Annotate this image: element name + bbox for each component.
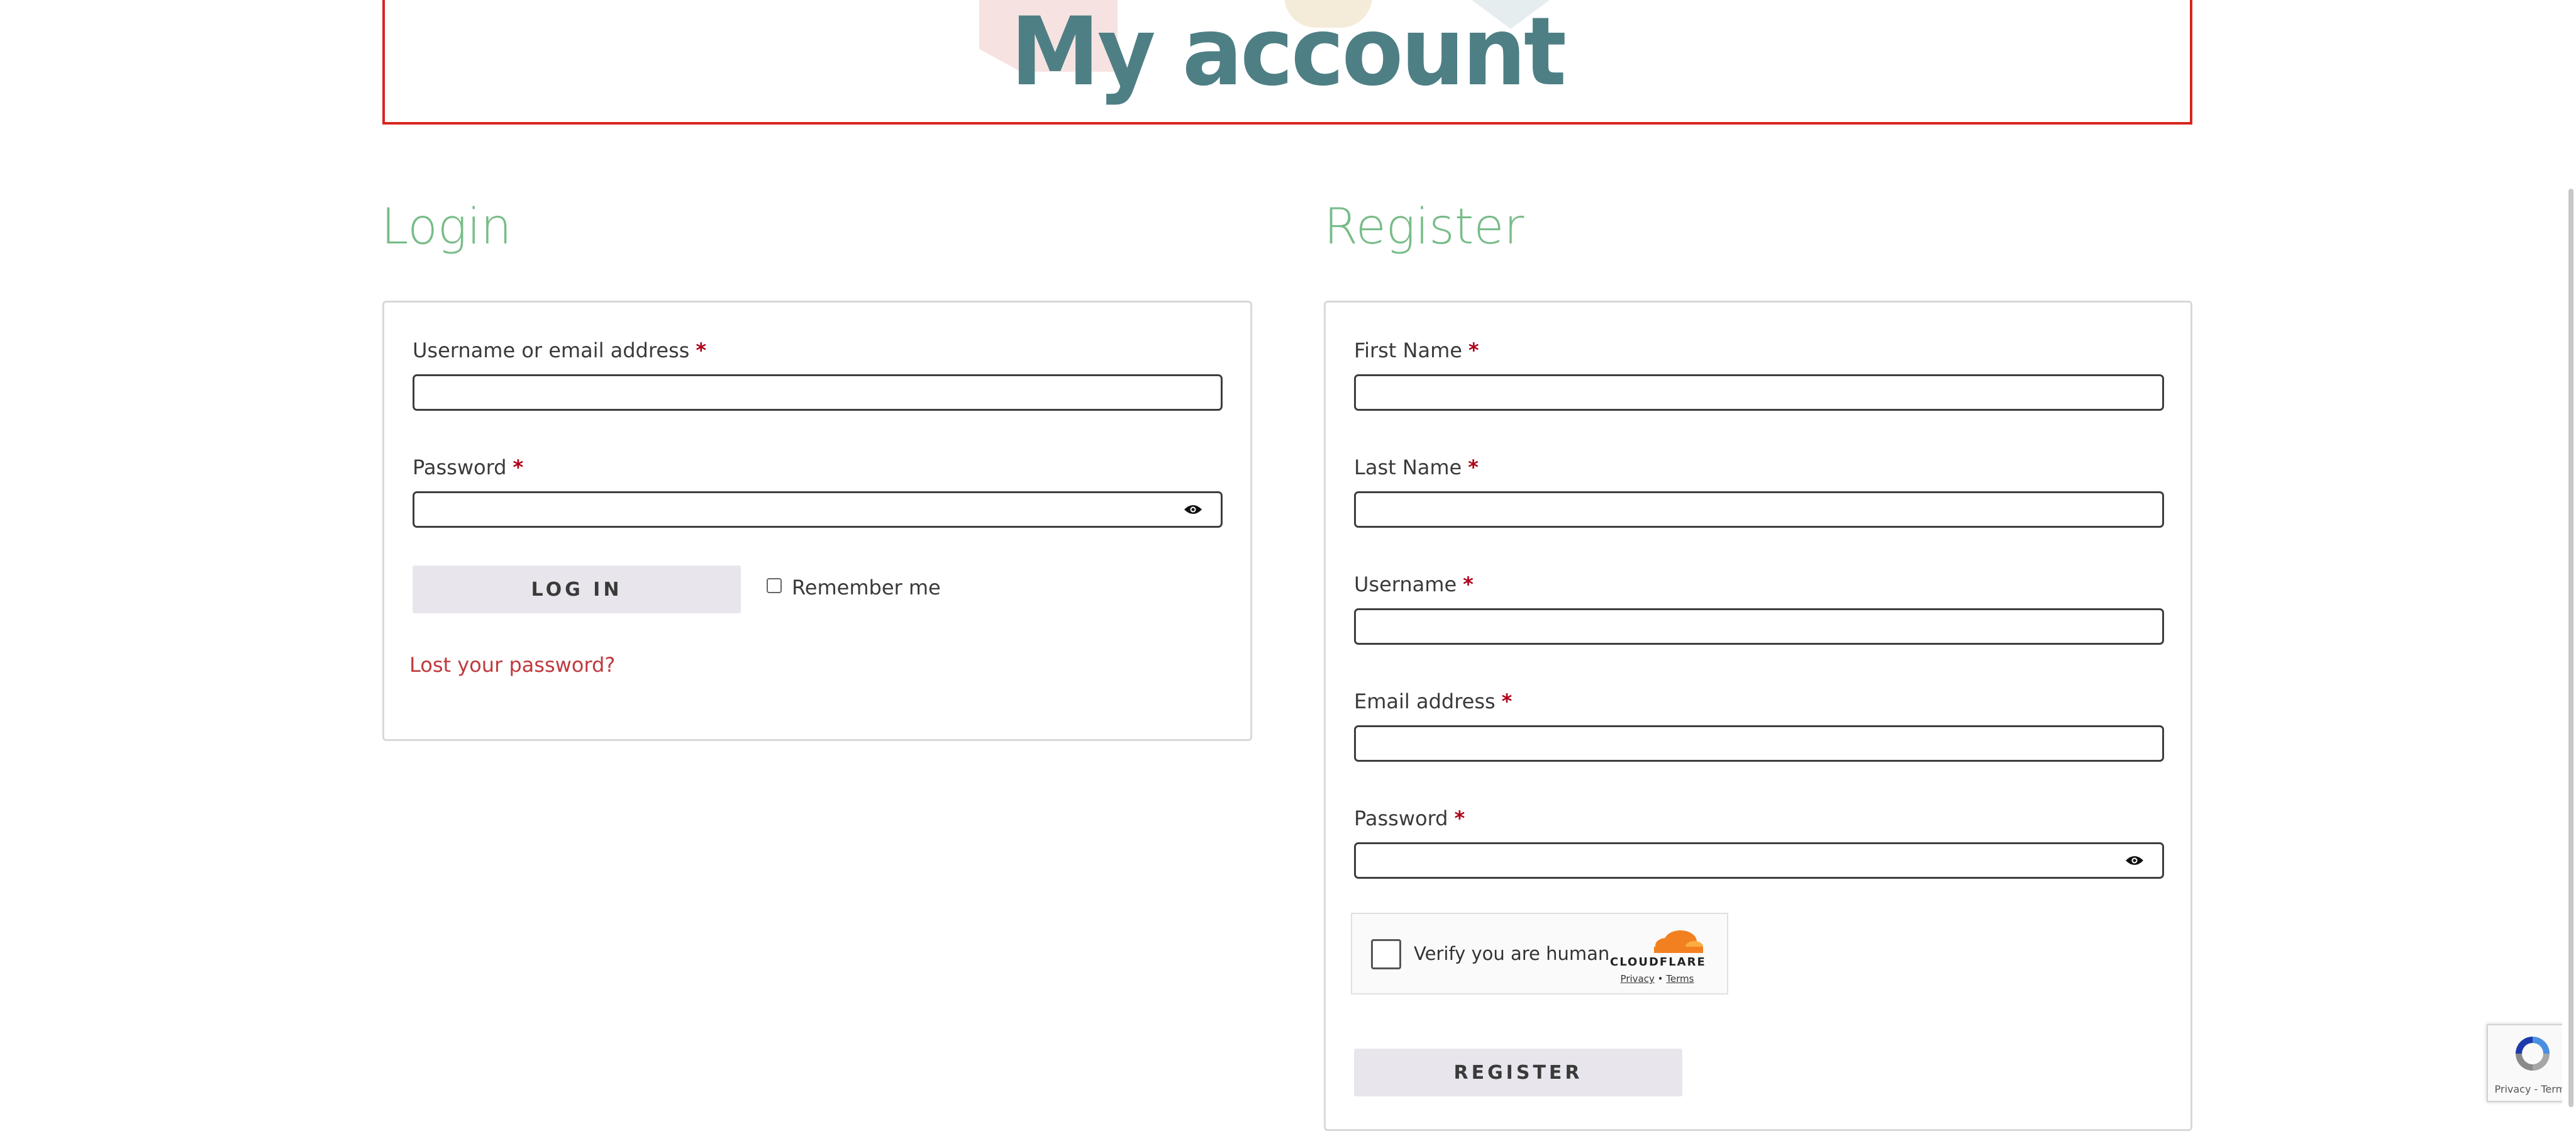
cloud-icon	[1654, 930, 1703, 953]
first-name-input[interactable]	[1354, 374, 2164, 411]
captcha-label: Verify you are human	[1414, 943, 1610, 964]
captcha-privacy-link[interactable]: Privacy	[1621, 973, 1655, 984]
email-label: Email address *	[1354, 689, 1513, 713]
login-username-input[interactable]	[413, 374, 1223, 411]
login-form: Username or email address * Password * LOG…	[382, 301, 1252, 741]
captcha-terms-link[interactable]: Terms	[1666, 973, 1694, 984]
remember-me-label: Remember me	[792, 576, 941, 599]
scrollbar-thumb[interactable]	[2568, 189, 2573, 1107]
recaptcha-icon	[2516, 1037, 2550, 1071]
last-name-input[interactable]	[1354, 491, 2164, 528]
page-header-box: My account	[382, 0, 2192, 125]
required-marker: *	[1463, 572, 1474, 596]
last-name-label: Last Name *	[1354, 455, 1479, 479]
captcha-links: Privacy • Terms	[1610, 973, 1704, 984]
login-heading: Login	[381, 199, 512, 255]
cloudflare-logo: CLOUDFLARE Privacy • Terms	[1610, 928, 1706, 984]
register-password-input[interactable]	[1354, 842, 2164, 879]
register-heading: Register	[1324, 199, 1524, 255]
required-marker: *	[1454, 806, 1465, 830]
register-button[interactable]: REGISTER	[1354, 1049, 1682, 1096]
required-marker: *	[513, 455, 524, 479]
first-name-label: First Name *	[1354, 338, 1479, 362]
captcha-checkbox[interactable]	[1371, 939, 1401, 969]
login-password-input[interactable]	[413, 491, 1223, 528]
lost-password-link[interactable]: Lost your password?	[409, 653, 615, 677]
required-marker: *	[696, 338, 707, 362]
register-form: First Name * Last Name * Username * Email a…	[1324, 301, 2192, 1131]
cloudflare-wordmark: CLOUDFLARE	[1610, 956, 1706, 969]
remember-me-checkbox[interactable]	[767, 578, 782, 593]
login-button[interactable]: LOG IN	[413, 566, 741, 613]
required-marker: *	[1501, 689, 1513, 713]
captcha-separator: •	[1657, 973, 1663, 984]
register-username-input[interactable]	[1354, 608, 2164, 645]
password-label: Password *	[413, 455, 524, 479]
email-input[interactable]	[1354, 725, 2164, 762]
username-label: Username *	[1354, 572, 1474, 596]
scrollbar[interactable]	[2562, 0, 2576, 1118]
eye-icon[interactable]	[1183, 499, 1203, 520]
eye-icon[interactable]	[2124, 850, 2145, 871]
captcha-widget: Verify you are human CLOUDFLARE Privacy …	[1351, 913, 1728, 994]
username-label: Username or email address *	[413, 338, 707, 362]
required-marker: *	[1468, 338, 1479, 362]
required-marker: *	[1468, 455, 1479, 479]
page-title: My account	[1010, 0, 1567, 107]
password-label: Password *	[1354, 806, 1465, 830]
